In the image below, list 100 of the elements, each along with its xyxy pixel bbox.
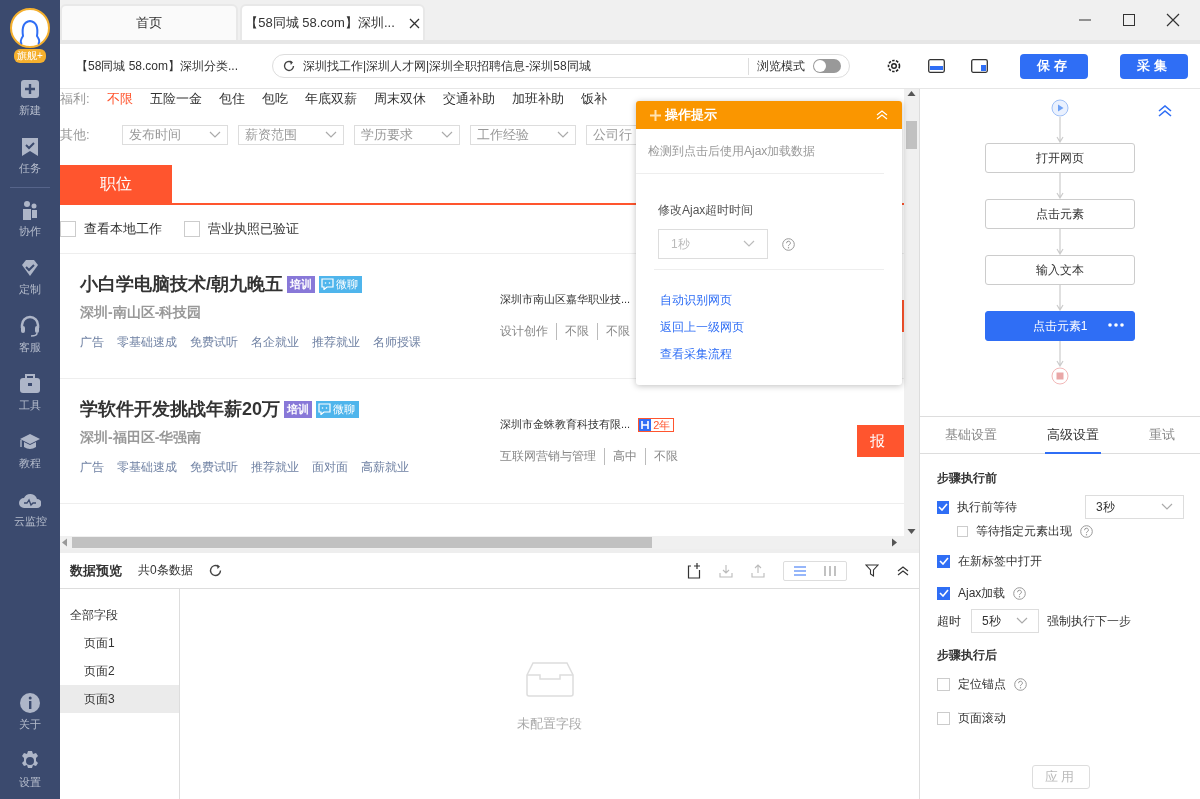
wait-select[interactable]: 3秒: [1085, 495, 1184, 519]
nav-label[interactable]: 协作: [19, 224, 41, 239]
avatar-logo-icon[interactable]: [10, 8, 50, 48]
nav-label[interactable]: 云监控: [13, 514, 47, 529]
nav-label[interactable]: 任务: [19, 161, 41, 176]
popup-link[interactable]: 自动识别网页: [660, 292, 878, 309]
job-title[interactable]: 学软件开发挑战年薪20万: [80, 397, 281, 421]
checkbox-label[interactable]: 查看本地工作: [84, 220, 162, 238]
job-tag: 免费试听: [190, 334, 238, 351]
add-page-icon[interactable]: [687, 562, 701, 579]
help-icon: [1014, 677, 1027, 691]
layout-side-icon[interactable]: [971, 59, 988, 73]
tree-item[interactable]: 页面3: [60, 685, 179, 713]
refresh-icon[interactable]: [208, 564, 222, 577]
checkbox[interactable]: [937, 677, 950, 691]
connector-arrow: [1056, 341, 1064, 367]
nav-label[interactable]: 关于: [19, 717, 41, 732]
nav-label[interactable]: 客服: [19, 340, 41, 355]
welfare-option[interactable]: 年底双薪: [305, 90, 357, 108]
settings-icon[interactable]: [886, 58, 902, 74]
job-tag: 推荐就业: [312, 334, 360, 351]
close-icon[interactable]: [408, 17, 420, 29]
tree-item[interactable]: 页面2: [60, 657, 179, 685]
settings-tab[interactable]: 基础设置: [943, 417, 999, 454]
checkbox[interactable]: [184, 221, 200, 237]
job-tag: 高薪就业: [361, 459, 409, 476]
tree-item[interactable]: 页面1: [60, 629, 179, 657]
welfare-option[interactable]: 包住: [219, 90, 245, 108]
checkbox[interactable]: [937, 500, 949, 514]
toolbar-button[interactable]: 采集: [1120, 53, 1188, 79]
start-icon[interactable]: [1051, 99, 1069, 117]
checkbox-label[interactable]: 在新标签中打开: [958, 552, 1042, 570]
job-requirement: 互联网营销与管理: [500, 448, 596, 465]
flow-step[interactable]: 输入文本: [985, 255, 1135, 285]
edition-badge: 旗舰+: [14, 49, 46, 63]
welfare-option[interactable]: 包吃: [262, 90, 288, 108]
checkbox-label[interactable]: 执行前等待: [957, 498, 1052, 516]
layout-bottom-icon[interactable]: [928, 59, 945, 73]
member-icon: [639, 418, 652, 431]
horizontal-scrollbar[interactable]: [60, 536, 919, 549]
timeout-select[interactable]: 5秒: [971, 609, 1039, 633]
checkbox-label[interactable]: 等待指定元素出现: [976, 522, 1072, 540]
checkbox[interactable]: [60, 221, 76, 237]
company-name[interactable]: 深圳市金蛛教育科技有限...: [500, 417, 631, 432]
checkbox-label[interactable]: 定位锚点: [958, 675, 1006, 693]
browser-tab[interactable]: 【58同城 58.com】深圳...: [240, 4, 425, 40]
collapse-icon[interactable]: [897, 565, 909, 576]
welfare-option[interactable]: 交通补助: [443, 90, 495, 108]
mode-toggle[interactable]: [813, 59, 841, 73]
chat-icon: [318, 403, 332, 415]
popup-link[interactable]: 返回上一级网页: [660, 319, 878, 336]
plus-icon[interactable]: [19, 78, 41, 100]
popup-link[interactable]: 查看采集流程: [660, 346, 878, 363]
tree-item[interactable]: 全部字段: [60, 601, 179, 629]
nav-label[interactable]: 工具: [19, 398, 41, 413]
job-tag: 零基础速成: [117, 459, 177, 476]
maximize-icon[interactable]: [1122, 13, 1136, 27]
close-icon[interactable]: [1166, 13, 1180, 27]
section-heading: 步骤执行前: [937, 470, 998, 487]
settings-tab[interactable]: 高级设置: [1045, 417, 1101, 454]
toolbar-button[interactable]: 保存: [1020, 53, 1088, 79]
nav-label[interactable]: 定制: [19, 282, 41, 297]
nav-label[interactable]: 新建: [19, 103, 41, 118]
settings-tab[interactable]: 重试: [1147, 417, 1177, 454]
checkbox-label[interactable]: 页面滚动: [958, 709, 1006, 727]
checkbox[interactable]: [937, 586, 950, 600]
info-icon[interactable]: [19, 692, 41, 714]
refresh-icon[interactable]: [283, 60, 295, 72]
job-location: 深圳-南山区-科技园: [80, 304, 203, 322]
job-title[interactable]: 小白学电脑技术/朝九晚五: [80, 272, 283, 296]
field-hint: 强制执行下一步: [1047, 612, 1131, 630]
headset-icon[interactable]: [19, 315, 41, 337]
checkbox-label[interactable]: Ajax加载: [958, 584, 1006, 602]
check-icon: [938, 503, 948, 511]
vertical-scrollbar[interactable]: [904, 89, 919, 536]
welfare-option[interactable]: 周末双休: [374, 90, 426, 108]
check-icon: [938, 557, 949, 565]
checkbox[interactable]: [957, 525, 968, 537]
browser-tab[interactable]: 首页: [60, 4, 238, 40]
nav-label[interactable]: 教程: [19, 456, 41, 471]
job-tag: 广告: [80, 334, 104, 351]
bookmark-icon[interactable]: [19, 136, 41, 158]
welfare-option[interactable]: 饭补: [581, 90, 607, 108]
flow-step[interactable]: 点击元素: [985, 199, 1135, 229]
welfare-option[interactable]: 加班补助: [512, 90, 564, 108]
flow-step[interactable]: 打开网页: [985, 143, 1135, 173]
nav-label[interactable]: 设置: [19, 775, 41, 790]
toolbox-icon[interactable]: [19, 373, 41, 395]
flow-step[interactable]: 点击元素1: [985, 311, 1135, 341]
help-icon: [1080, 524, 1093, 538]
checkbox[interactable]: [937, 554, 950, 568]
company-name[interactable]: 深圳市南山区嘉华职业技...: [500, 292, 631, 307]
filter-icon[interactable]: [865, 563, 879, 578]
more-icon[interactable]: [1108, 323, 1124, 327]
plus-icon: [650, 109, 661, 121]
checkbox-label[interactable]: 营业执照已验证: [208, 220, 299, 238]
checkbox[interactable]: [937, 711, 950, 725]
scrollbar-thumb[interactable]: [906, 121, 917, 149]
welfare-option[interactable]: 五险一金: [150, 90, 202, 108]
scrollbar-thumb[interactable]: [72, 537, 652, 548]
